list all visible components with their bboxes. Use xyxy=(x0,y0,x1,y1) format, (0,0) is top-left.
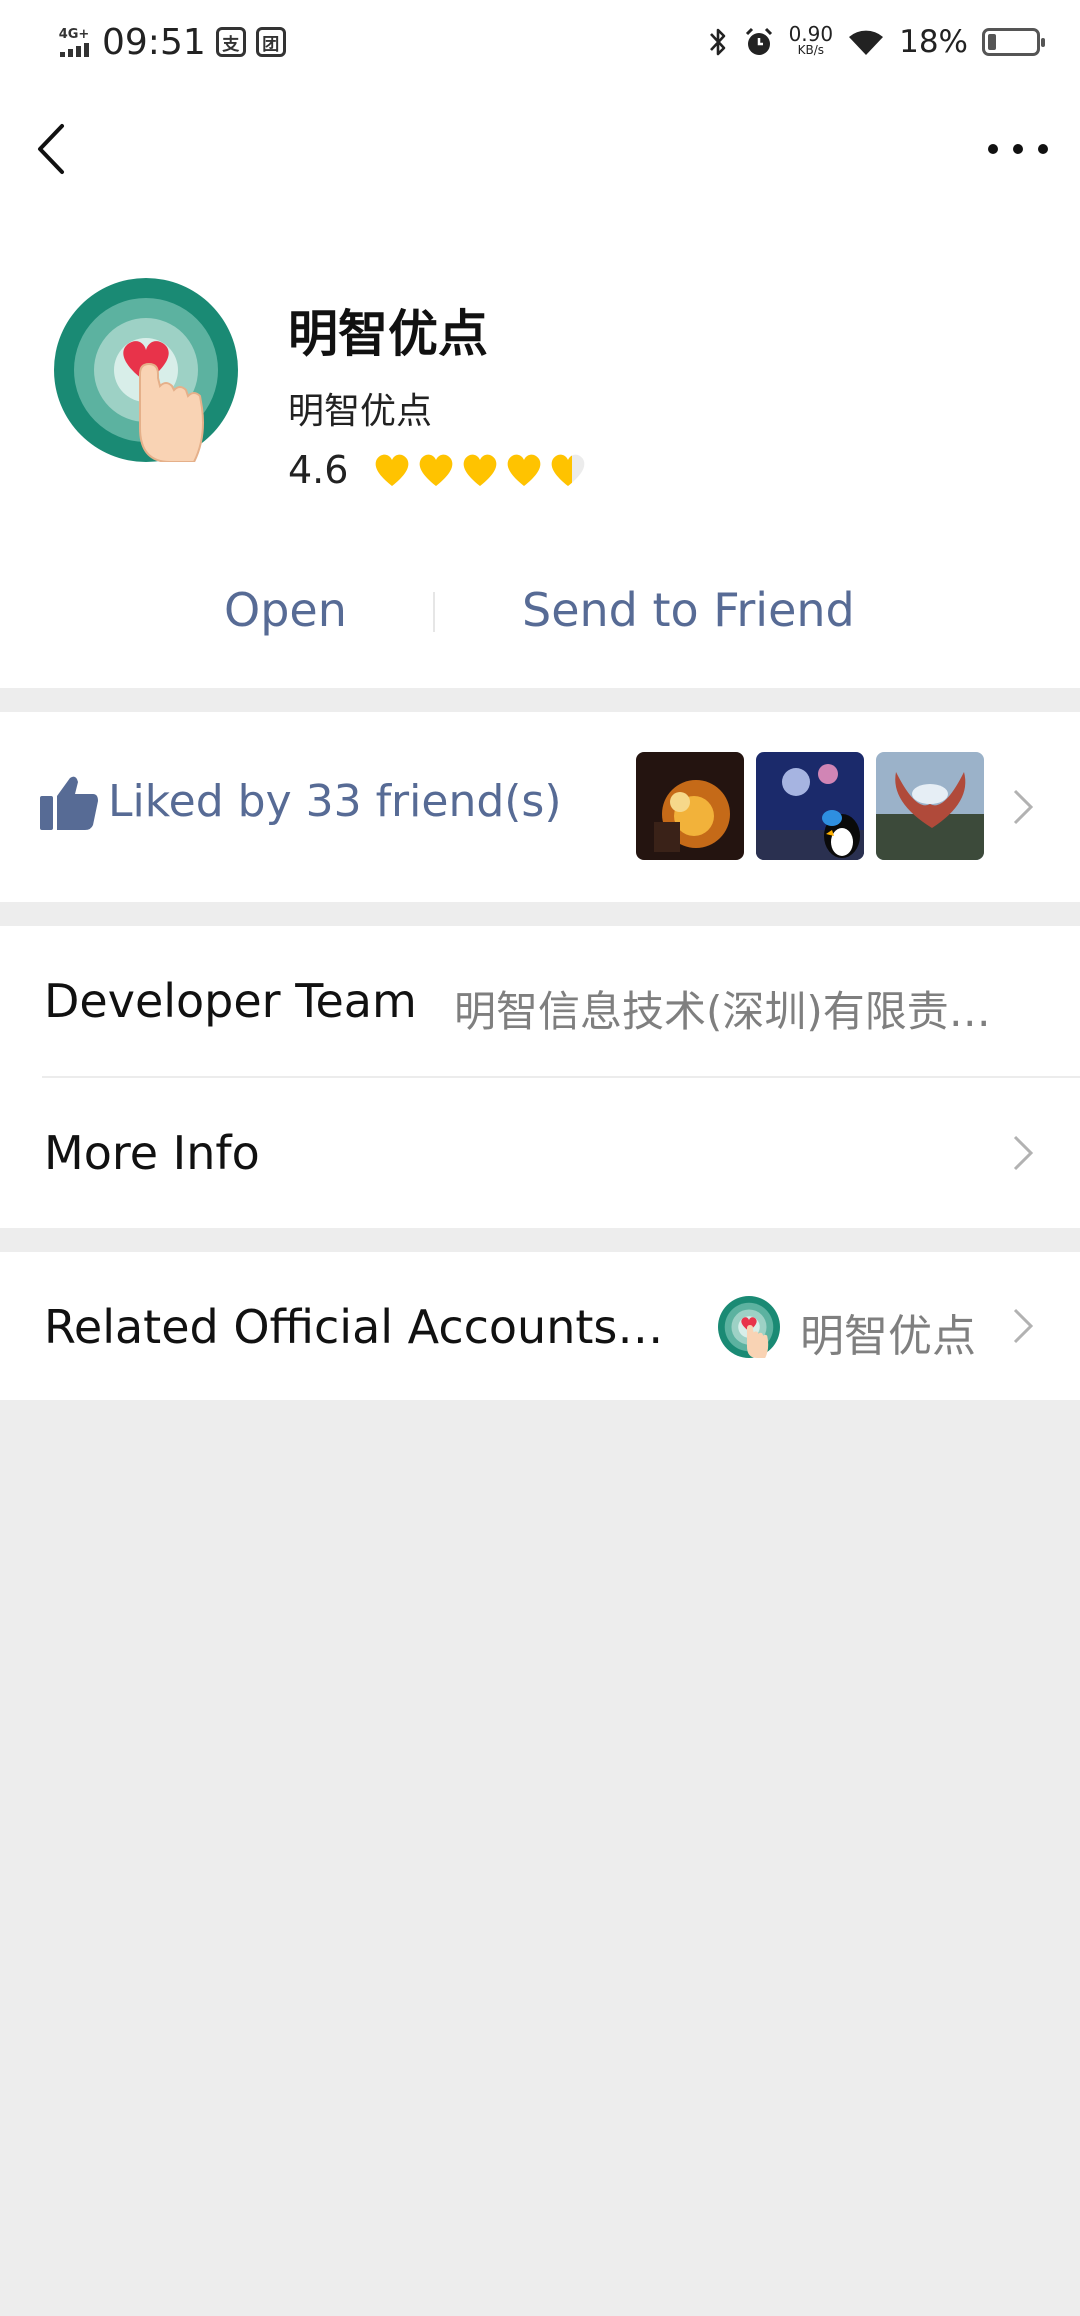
network-indicator: 4G+ xyxy=(56,27,92,57)
alarm-icon xyxy=(745,27,772,55)
app-logo xyxy=(54,278,238,462)
battery-percent: 18% xyxy=(899,24,968,60)
signal-icon xyxy=(56,43,92,57)
developer-team-row[interactable]: Developer Team 明智信息技术(深圳)有限责… xyxy=(0,926,1080,1078)
rating-hearts xyxy=(372,450,588,490)
bluetooth-icon xyxy=(709,28,725,56)
liked-text: Liked by 33 friend(s) xyxy=(108,776,562,827)
more-dot-icon xyxy=(988,144,998,154)
battery-icon xyxy=(982,28,1045,56)
thumbs-up-icon xyxy=(40,776,98,830)
open-button[interactable]: Open xyxy=(224,562,347,658)
network-speed: 0.90 KB/s xyxy=(788,22,834,58)
app-subtitle: 明智优点 xyxy=(288,391,433,432)
more-info-label: More Info xyxy=(44,1126,260,1180)
related-account-name: 明智优点 xyxy=(800,1311,976,1362)
app-name: 明智优点 xyxy=(288,305,488,363)
speed-value: 0.90 xyxy=(788,22,834,46)
more-button[interactable] xyxy=(988,124,1048,174)
friend-avatars xyxy=(636,752,984,860)
liked-by-friends-row[interactable]: Liked by 33 friend(s) xyxy=(0,712,1080,902)
rating: 4.6 xyxy=(288,448,588,492)
related-accounts-label: Related Official Accounts… xyxy=(44,1300,664,1354)
meituan-notification-icon: 团 xyxy=(255,27,286,57)
network-type: 4G+ xyxy=(58,27,90,42)
friend-avatar xyxy=(756,752,864,860)
more-dot-icon xyxy=(1038,144,1048,154)
nav-bar xyxy=(0,84,1080,214)
alipay-notification-icon: 支 xyxy=(215,27,246,57)
rating-heart-icon xyxy=(552,454,585,486)
app-header: 明智优点 明智优点 4.6 Open Send to Friend xyxy=(0,214,1080,688)
related-account-logo xyxy=(718,1296,780,1358)
chevron-right-icon xyxy=(1013,1308,1034,1344)
wifi-icon xyxy=(849,30,884,55)
clock: 09:51 xyxy=(102,21,206,63)
developer-team-value: 明智信息技术(深圳)有限责… xyxy=(454,987,991,1036)
more-dot-icon xyxy=(1013,144,1023,154)
developer-team-label: Developer Team xyxy=(44,974,417,1028)
rating-heart-icon xyxy=(464,454,497,486)
status-bar: 4G+ 09:51 支 团 0.90 KB/s 18% xyxy=(0,0,1080,84)
back-button[interactable] xyxy=(30,120,80,178)
status-right: 0.90 KB/s 18% xyxy=(707,18,1045,66)
chevron-left-icon xyxy=(38,124,64,174)
rating-heart-icon xyxy=(376,454,409,486)
friend-avatar xyxy=(876,752,984,860)
send-to-friend-button[interactable]: Send to Friend xyxy=(522,562,855,658)
rating-heart-icon xyxy=(420,454,453,486)
chevron-right-icon xyxy=(1013,1135,1034,1171)
rating-heart-icon xyxy=(508,454,541,486)
battery-fill xyxy=(988,34,996,50)
action-bar: Open Send to Friend xyxy=(0,562,1080,658)
status-left: 4G+ 09:51 支 团 xyxy=(56,18,286,66)
friend-avatar xyxy=(636,752,744,860)
chevron-right-icon xyxy=(1013,789,1034,825)
rating-value: 4.6 xyxy=(288,448,349,492)
action-divider xyxy=(433,592,435,632)
more-info-row[interactable]: More Info xyxy=(0,1078,1080,1228)
info-list: Developer Team 明智信息技术(深圳)有限责… More Info xyxy=(0,926,1080,1228)
related-accounts-row[interactable]: Related Official Accounts… 明智优点 xyxy=(0,1252,1080,1400)
